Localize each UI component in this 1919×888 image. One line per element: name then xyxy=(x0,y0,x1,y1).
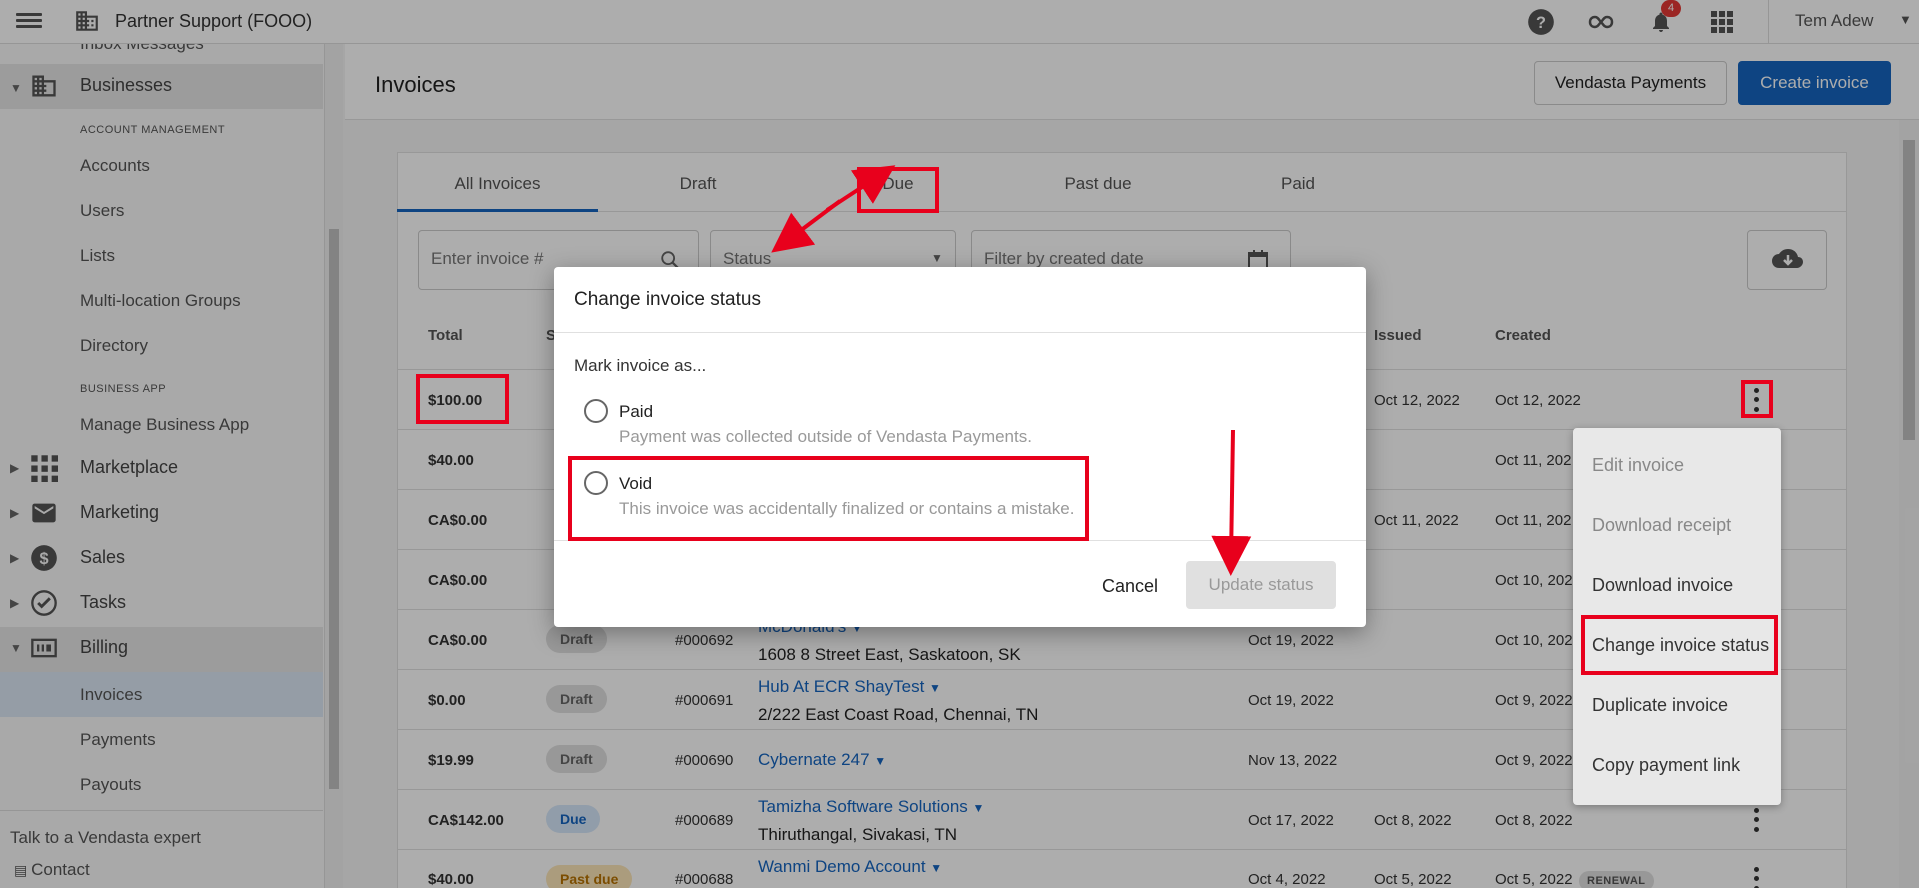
annotation-box-due-tab xyxy=(857,167,939,213)
annotation-box-void-option xyxy=(568,456,1089,541)
menu-item-duplicate-invoice[interactable]: Duplicate invoice xyxy=(1592,695,1728,716)
dialog-title: Change invoice status xyxy=(574,289,761,310)
paid-option-description: Payment was collected outside of Vendast… xyxy=(619,427,1032,446)
dialog-divider-top xyxy=(554,332,1366,333)
menu-item-download-invoice[interactable]: Download invoice xyxy=(1592,575,1733,596)
menu-item-edit-invoice[interactable]: Edit invoice xyxy=(1592,455,1684,476)
menu-item-download-receipt[interactable]: Download receipt xyxy=(1592,515,1731,536)
update-status-button[interactable]: Update status xyxy=(1186,561,1336,609)
menu-item-copy-payment-link[interactable]: Copy payment link xyxy=(1592,755,1740,776)
mark-as-label: Mark invoice as... xyxy=(574,356,707,375)
annotation-box-total xyxy=(416,374,509,424)
cancel-button[interactable]: Cancel xyxy=(1090,565,1170,607)
annotation-box-change-status xyxy=(1581,615,1778,675)
annotation-box-kebab xyxy=(1741,380,1773,418)
paid-radio[interactable] xyxy=(584,399,608,423)
paid-option-label[interactable]: Paid xyxy=(619,402,653,422)
